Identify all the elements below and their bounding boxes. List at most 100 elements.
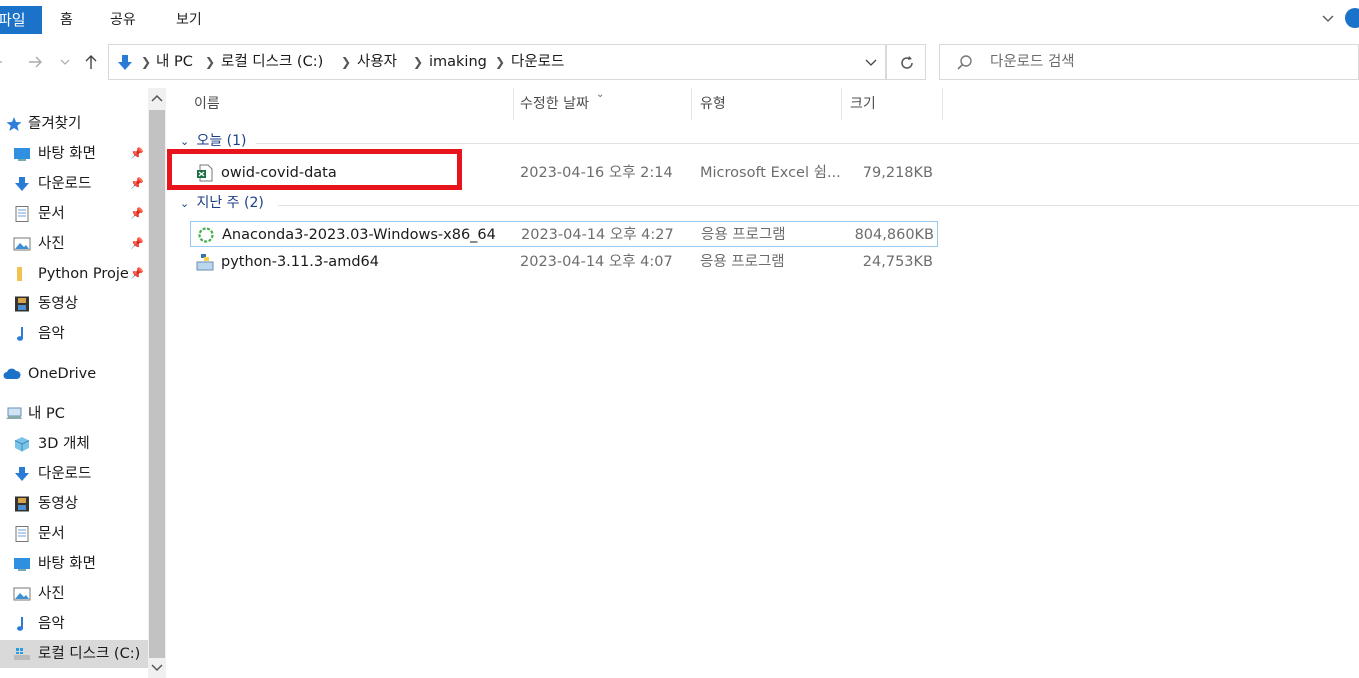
nav-label: Python Proje (38, 266, 129, 282)
nav-label: 문서 (38, 206, 65, 222)
column-header-size[interactable]: 크기 (842, 88, 943, 120)
nav-documents-pinned[interactable]: 문서 📌 (0, 200, 148, 228)
group-header-last-week[interactable]: ⌄ 지난 주 (2) (180, 192, 264, 214)
breadcrumb-separator[interactable]: ❯ (341, 45, 351, 79)
nav-label: 즐겨찾기 (28, 116, 82, 132)
nav-label: 문서 (38, 526, 65, 542)
search-input[interactable]: 다운로드 검색 (990, 45, 1075, 79)
file-type: 응용 프로그램 (700, 254, 785, 270)
nav-this-pc[interactable]: 내 PC (0, 400, 148, 428)
nav-label: 바탕 화면 (38, 146, 96, 162)
cloud-icon (3, 368, 21, 379)
help-icon[interactable] (1345, 8, 1359, 28)
expand-ribbon-icon[interactable] (1321, 12, 1335, 26)
nav-label: 동영상 (38, 296, 79, 312)
forward-button[interactable] (24, 46, 46, 78)
nav-label: 다운로드 (38, 466, 92, 482)
chevron-down-icon[interactable] (865, 56, 877, 68)
nav-python-project-pinned[interactable]: Python Proje 📌 (0, 260, 148, 288)
nav-videos-2[interactable]: 동영상 (0, 490, 148, 518)
breadcrumb-imaking[interactable]: imaking (429, 45, 487, 79)
film-icon (15, 496, 29, 512)
recent-locations-button[interactable] (54, 46, 76, 78)
scroll-down-arrow-icon[interactable] (148, 658, 166, 678)
nav-label: OneDrive (28, 366, 97, 382)
star-icon (6, 117, 22, 131)
nav-downloads-pinned[interactable]: 다운로드 📌 (0, 170, 148, 198)
anaconda-icon (198, 227, 214, 243)
music-note-icon (17, 617, 23, 631)
nav-music-2[interactable]: 음악 (0, 610, 148, 638)
pin-icon[interactable]: 📌 (130, 177, 144, 191)
picture-icon (13, 587, 31, 601)
desktop-icon (14, 558, 30, 571)
music-note-icon (17, 327, 23, 341)
nav-desktop-pinned[interactable]: 바탕 화면 📌 (0, 140, 148, 168)
file-type: Microsoft Excel 쉼... (700, 165, 840, 181)
breadcrumb-separator[interactable]: ❯ (413, 45, 423, 79)
file-name: python-3.11.3-amd64 (221, 254, 379, 270)
python-installer-icon (196, 254, 214, 271)
address-bar[interactable]: ❯ 내 PC ❯ 로컬 디스크 (C:) ❯ 사용자 ❯ imaking ❯ 다… (108, 44, 886, 80)
column-header-type[interactable]: 유형 (692, 88, 842, 120)
nav-local-disk-c[interactable]: 로컬 디스크 (C:) (0, 640, 148, 668)
computer-icon (6, 407, 22, 419)
tab-home[interactable]: 홈 (60, 6, 73, 34)
sort-descending-icon: ⌄ (596, 89, 605, 100)
pin-icon[interactable]: 📌 (130, 267, 144, 281)
up-button[interactable] (80, 46, 102, 78)
nav-desktop[interactable]: 바탕 화면 (0, 550, 148, 578)
pin-icon[interactable]: 📌 (130, 147, 144, 161)
nav-label: 3D 개체 (38, 436, 90, 452)
column-header-name[interactable]: 이름 (186, 88, 514, 120)
breadcrumb-downloads[interactable]: 다운로드 (511, 45, 564, 79)
breadcrumb-this-pc[interactable]: 내 PC (156, 45, 193, 79)
breadcrumb-separator[interactable]: ❯ (495, 45, 505, 79)
picture-icon (13, 237, 31, 251)
scroll-thumb[interactable] (149, 110, 165, 658)
group-label: 지난 주 (2) (196, 195, 264, 211)
nav-quick-access[interactable]: 즐겨찾기 (0, 110, 148, 138)
nav-onedrive[interactable]: OneDrive (0, 360, 148, 388)
nav-label: 사진 (38, 236, 65, 252)
cube-icon (14, 437, 30, 452)
back-button[interactable] (0, 46, 16, 78)
nav-3d-objects[interactable]: 3D 개체 (0, 430, 148, 458)
nav-documents[interactable]: 문서 (0, 520, 148, 548)
group-divider (256, 143, 1359, 144)
group-divider (278, 205, 1359, 206)
nav-label: 동영상 (38, 496, 79, 512)
download-arrow-icon (115, 53, 135, 73)
nav-pictures[interactable]: 사진 (0, 580, 148, 608)
nav-videos[interactable]: 동영상 (0, 290, 148, 318)
chevron-down-icon: ⌄ (180, 197, 190, 210)
nav-downloads[interactable]: 다운로드 (0, 460, 148, 488)
document-icon (15, 206, 29, 222)
nav-music[interactable]: 음악 (0, 320, 148, 348)
breadcrumb-separator[interactable]: ❯ (205, 45, 215, 79)
tab-file[interactable]: 파일 (0, 6, 42, 34)
nav-label: 내 PC (28, 406, 65, 422)
breadcrumb-local-disk[interactable]: 로컬 디스크 (C:) (221, 45, 323, 79)
desktop-icon (14, 148, 30, 161)
folder-icon (17, 267, 22, 281)
nav-pictures-pinned[interactable]: 사진 📌 (0, 230, 148, 258)
pin-icon[interactable]: 📌 (130, 207, 144, 221)
file-row[interactable]: Anaconda3-2023.03-Windows-x86_64 2023-04… (190, 221, 938, 247)
refresh-button[interactable] (886, 44, 926, 80)
nav-label: 음악 (38, 616, 65, 632)
file-row[interactable]: python-3.11.3-amd64 2023-04-14 오후 4:07 응… (190, 249, 938, 275)
ribbon: 파일 홈 공유 보기 (0, 0, 1359, 38)
download-arrow-icon (15, 467, 29, 481)
tab-view[interactable]: 보기 (176, 6, 202, 34)
breadcrumb-separator[interactable]: ❯ (141, 45, 151, 79)
pin-icon[interactable]: 📌 (130, 237, 144, 251)
nav-label: 음악 (38, 326, 65, 342)
file-name: Anaconda3-2023.03-Windows-x86_64 (222, 227, 496, 243)
search-box[interactable]: 다운로드 검색 (939, 44, 1359, 80)
sidebar-scrollbar[interactable] (148, 88, 166, 678)
tab-share[interactable]: 공유 (110, 6, 136, 34)
scroll-up-arrow-icon[interactable] (148, 88, 166, 108)
breadcrumb-users[interactable]: 사용자 (357, 45, 397, 79)
refresh-icon (901, 56, 913, 69)
